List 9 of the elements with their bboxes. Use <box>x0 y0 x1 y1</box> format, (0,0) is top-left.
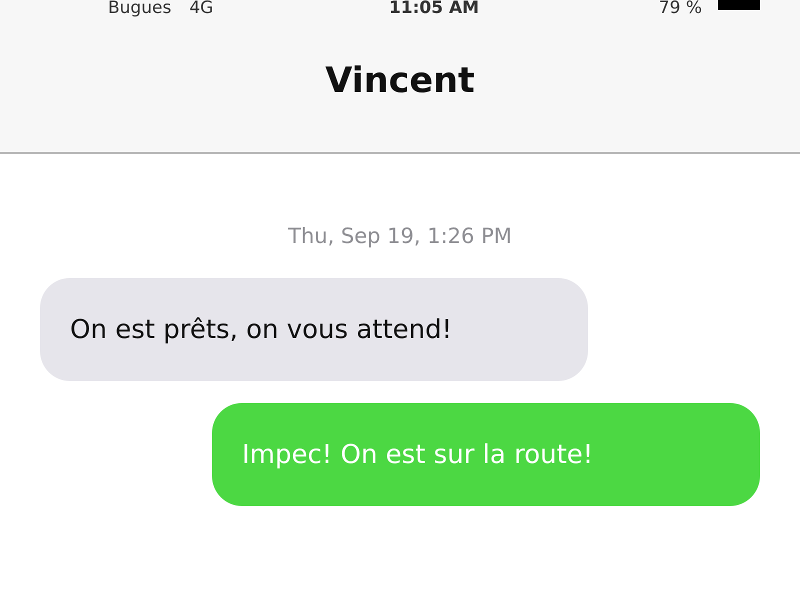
message-timestamp: Thu, Sep 19, 1:26 PM <box>288 224 512 248</box>
contact-name: Vincent <box>324 60 476 103</box>
network-label: 4G <box>189 0 214 17</box>
sent-message: Impec! On est sur la route! <box>212 403 760 506</box>
received-message: On est prêts, on vous attend! <box>40 278 588 381</box>
clock-label: 11:05 AM <box>388 0 480 17</box>
battery-percentage: 79 % <box>658 0 702 17</box>
carrier-label: Bugues <box>108 0 172 17</box>
battery-icon <box>718 0 760 10</box>
